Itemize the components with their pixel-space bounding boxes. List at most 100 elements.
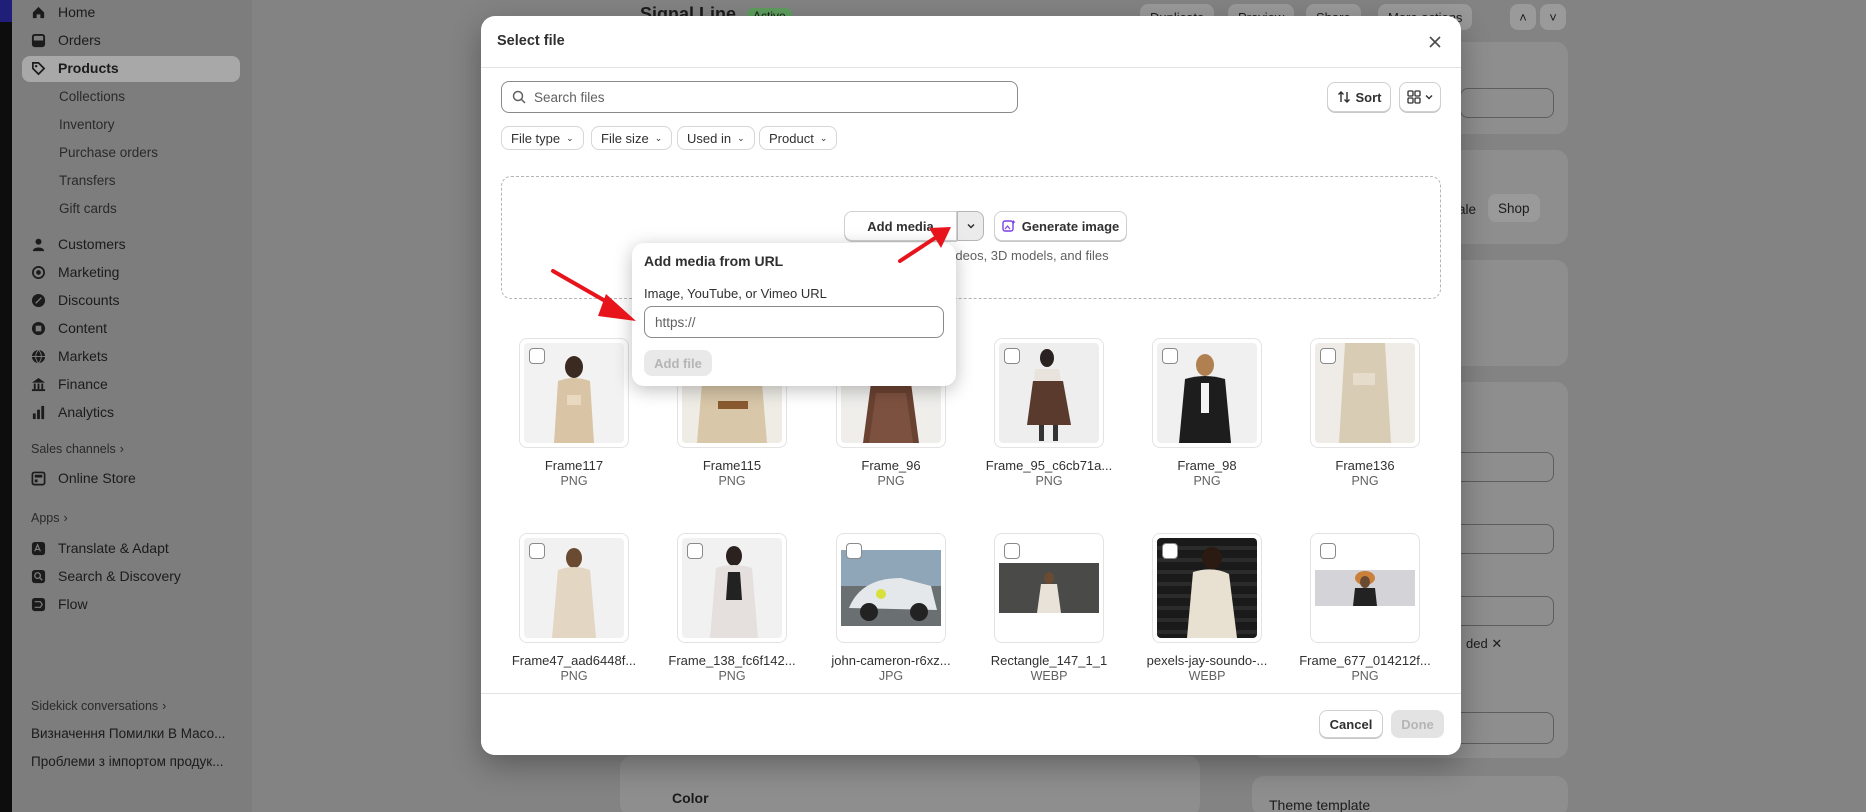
sidebar-subitem-collections[interactable]: Collections [59,85,125,107]
chevron-down-icon [1425,95,1432,100]
file-checkbox[interactable] [687,543,703,559]
file-checkbox[interactable] [1320,348,1336,364]
target-icon [30,264,46,280]
add-media-menu-button[interactable] [957,211,984,241]
sidebar-item-label: Discounts [58,292,120,308]
sidebar-item-analytics[interactable]: Analytics [30,400,114,424]
filter-file-type[interactable]: File type ⌄ [501,126,584,150]
sidebar-item-label: Analytics [58,404,115,420]
sidebar-item-label: Flow [58,596,88,612]
sidebar-item-label: Search & Discovery [58,568,181,584]
conversation-item[interactable]: Визначення Помилки В Масо... [31,726,246,741]
sidebar-subitem-transfers[interactable]: Transfers [59,169,116,191]
sidebar-app-search-discovery[interactable]: Search & Discovery [30,564,181,588]
sidebar-item-content[interactable]: Content [30,316,107,340]
sort-icon [1337,91,1350,103]
sidebar-item-markets[interactable]: Markets [30,344,108,368]
add-media-url-popover: Add media from URL Image, YouTube, or Vi… [632,243,956,386]
generate-image-button[interactable]: Generate image [994,211,1127,241]
filter-product[interactable]: Product ⌄ [759,126,838,150]
sidebar-item-finance[interactable]: Finance [30,372,108,396]
tag-icon [30,60,46,76]
person-icon [30,236,46,252]
left-edge [0,0,12,812]
select-file-modal: Select file Sort File type⌄ File size⌄ U… [481,16,1461,755]
sidebar-item-label: Orders [58,32,101,48]
modal-title: Select file [497,33,565,49]
chevron-down-icon: ⌄ [654,132,663,143]
grid-icon [1406,90,1421,104]
globe-icon [30,348,46,364]
chevron-up-icon: ˄ [1519,9,1527,25]
sidebar-item-customers[interactable]: Customers [30,232,126,256]
chevron-right-icon: › [63,511,68,525]
sidebar-item-home[interactable]: Home [30,0,95,24]
sidebar-item-label: Markets [58,348,108,364]
sidebar-item-marketing[interactable]: Marketing [30,260,119,284]
file-name: Frame136 [1335,458,1395,473]
file-checkbox[interactable] [1320,543,1336,559]
close-button[interactable] [1425,32,1445,52]
search-discovery-icon [30,568,46,584]
add-file-button[interactable]: Add file [644,350,712,376]
cancel-button[interactable]: Cancel [1319,710,1383,738]
sidebar-item-label: Home [58,4,96,20]
apps-heading[interactable]: Apps › [31,511,68,525]
media-url-input[interactable] [644,306,944,338]
filter-file-size[interactable]: File size ⌄ [591,126,673,150]
sidebar-subitem-inventory[interactable]: Inventory [59,113,115,135]
close-icon [1429,36,1441,48]
chevron-down-icon [966,223,975,229]
content-icon [30,320,46,336]
status-select[interactable] [1460,88,1554,118]
sidebar-subitem-gift-cards[interactable]: Gift cards [59,197,117,219]
sidebar-item-products[interactable]: Products [30,56,119,80]
sidebar-item-label: Finance [58,376,108,392]
dropzone-hint: videos, 3D models, and files [946,248,1109,263]
store-icon [30,470,46,486]
sidekick-conversations-heading[interactable]: Sidekick conversations › [31,699,166,713]
file-checkbox[interactable] [1162,348,1178,364]
annotation-arrow [551,269,636,321]
sidebar-item-label: Content [58,320,108,336]
bar-chart-icon [30,404,46,420]
sidebar-item-label: Online Store [58,470,136,486]
next-product-button[interactable]: ˅ [1540,4,1566,30]
sidebar-item-orders[interactable]: Orders [30,28,101,52]
modal-header: Select file [481,16,1461,68]
theme-template-label: Theme template [1269,797,1371,812]
close-icon[interactable]: ✕ [1491,636,1502,651]
sidebar-item-online-store[interactable]: Online Store [30,466,136,490]
popover-title: Add media from URL [644,253,784,269]
file-checkbox[interactable] [1004,348,1020,364]
search-icon [512,90,526,104]
sales-channels-heading[interactable]: Sales channels › [31,442,124,456]
file-checkbox[interactable] [846,543,862,559]
view-toggle-button[interactable] [1399,82,1441,112]
file-type: PNG [1351,669,1379,683]
sidebar-subitem-purchase-orders[interactable]: Purchase orders [59,141,158,163]
search-box [501,81,1018,113]
discount-icon [30,292,46,308]
sort-button[interactable]: Sort [1327,82,1391,112]
flow-icon [30,596,46,612]
file-checkbox[interactable] [1162,543,1178,559]
sidebar-app-translate[interactable]: Translate & Adapt [30,536,169,560]
filter-used-in[interactable]: Used in ⌄ [677,126,755,150]
sidebar-item-discounts[interactable]: Discounts [30,288,119,312]
orders-icon [30,32,46,48]
bank-icon [30,376,46,392]
done-button[interactable]: Done [1391,710,1444,738]
modal-footer: Cancel Done [481,693,1461,755]
file-checkbox[interactable] [1004,543,1020,559]
sidebar-item-label: Products [58,60,119,76]
file-checkbox[interactable] [529,348,545,364]
previous-product-button[interactable]: ˄ [1510,4,1536,30]
sidebar-item-label: Translate & Adapt [58,540,169,556]
sidebar-item-label: Customers [58,236,126,252]
conversation-item[interactable]: Проблеми з імпортом продук... [31,754,246,769]
sidebar-item-label: Marketing [58,264,120,280]
file-checkbox[interactable] [529,543,545,559]
search-input[interactable] [534,89,1004,105]
sidebar-app-flow[interactable]: Flow [30,592,88,616]
